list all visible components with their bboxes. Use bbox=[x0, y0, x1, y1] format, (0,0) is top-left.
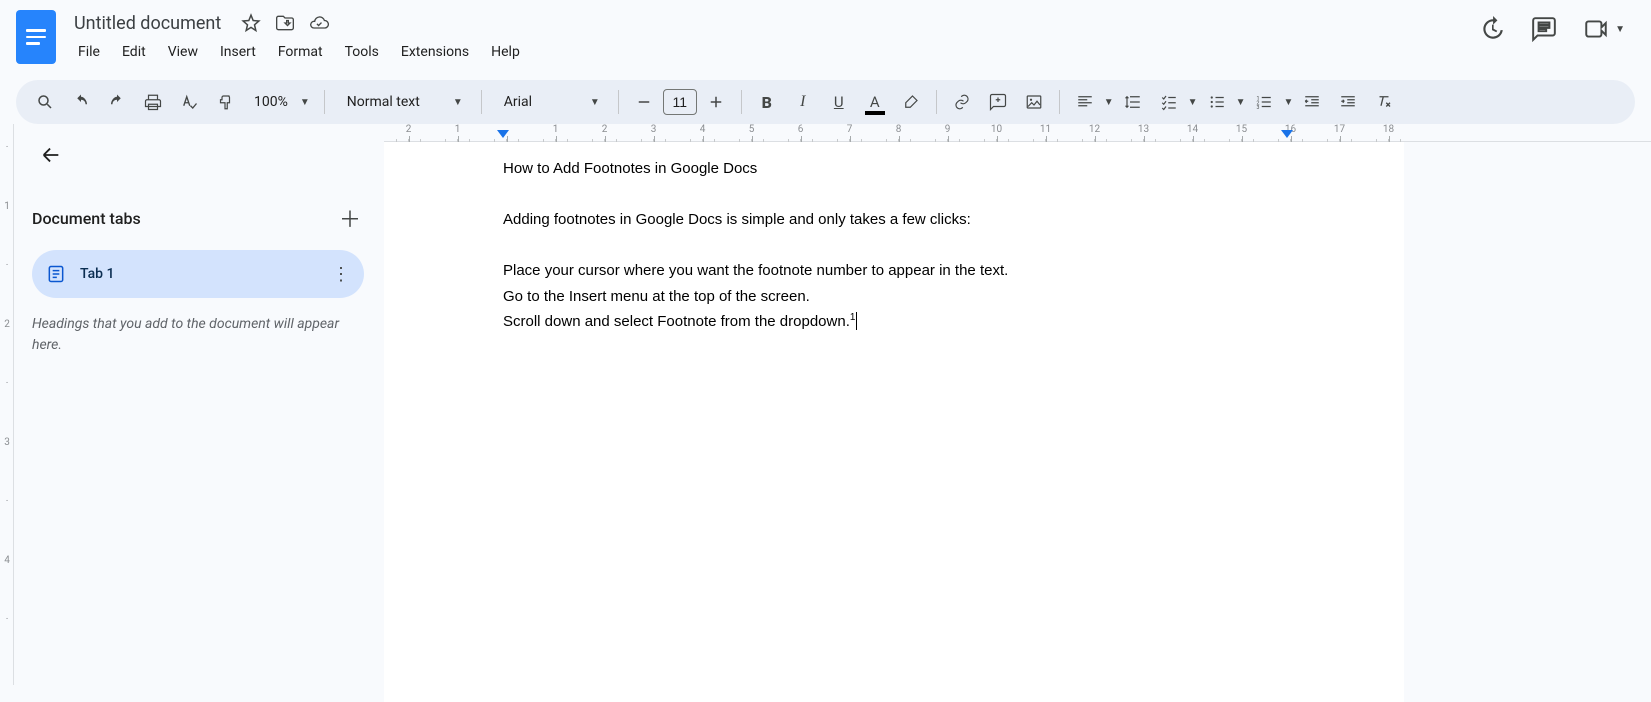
menu-bar: File Edit View Insert Format Tools Exten… bbox=[68, 40, 1479, 64]
paragraph: Adding footnotes in Google Docs is simpl… bbox=[503, 207, 1285, 233]
back-button[interactable] bbox=[32, 136, 70, 174]
checklist-button[interactable] bbox=[1152, 86, 1186, 118]
docs-logo-icon bbox=[26, 29, 46, 45]
paragraph bbox=[503, 182, 1285, 208]
decrease-indent-button[interactable] bbox=[1295, 86, 1329, 118]
zoom-value: 100% bbox=[254, 94, 288, 110]
undo-button[interactable] bbox=[64, 86, 98, 118]
paragraph-style-value: Normal text bbox=[347, 94, 420, 110]
menu-insert[interactable]: Insert bbox=[210, 40, 266, 64]
paragraph-style-combo[interactable]: Normal text ▼ bbox=[333, 87, 473, 117]
numbered-list-button[interactable]: 123 bbox=[1247, 86, 1281, 118]
paragraph bbox=[503, 233, 1285, 259]
decrease-font-button[interactable] bbox=[627, 86, 661, 118]
sidebar-title: Document tabs bbox=[32, 209, 141, 228]
workspace: ·1·2·3·4· Document tabs ＋ Tab 1 ⋮ Headin… bbox=[0, 124, 1651, 685]
font-value: Arial bbox=[504, 94, 532, 110]
svg-text:3: 3 bbox=[1257, 105, 1260, 111]
meet-group[interactable]: ▼ bbox=[1583, 16, 1625, 42]
app-header: Untitled document File Edit View Insert … bbox=[0, 0, 1651, 80]
menu-format[interactable]: Format bbox=[268, 40, 333, 64]
chevron-down-icon[interactable]: ▼ bbox=[1188, 97, 1198, 108]
text-color-button[interactable]: A bbox=[858, 86, 892, 118]
docs-logo[interactable] bbox=[16, 10, 56, 64]
separator bbox=[741, 90, 742, 114]
separator bbox=[618, 90, 619, 114]
font-combo[interactable]: Arial ▼ bbox=[490, 87, 610, 117]
tab-more-icon[interactable]: ⋮ bbox=[332, 264, 350, 285]
highlight-button[interactable] bbox=[894, 86, 928, 118]
toolbar: 100% ▼ Normal text ▼ Arial ▼ B I U A ▼ ▼ bbox=[16, 80, 1635, 124]
editor-area: 21123456789101112131415161718 How to Add… bbox=[384, 124, 1651, 685]
chevron-down-icon[interactable]: ▼ bbox=[1104, 97, 1114, 108]
menu-tools[interactable]: Tools bbox=[335, 40, 389, 64]
chevron-down-icon: ▼ bbox=[590, 97, 600, 108]
underline-button[interactable]: U bbox=[822, 86, 856, 118]
chevron-down-icon[interactable]: ▼ bbox=[1283, 97, 1293, 108]
text-cursor bbox=[856, 312, 857, 330]
line-spacing-button[interactable] bbox=[1116, 86, 1150, 118]
tab-item-1[interactable]: Tab 1 ⋮ bbox=[32, 250, 364, 298]
document-tabs-sidebar: Document tabs ＋ Tab 1 ⋮ Headings that yo… bbox=[14, 124, 384, 685]
chevron-down-icon: ▼ bbox=[1615, 24, 1625, 35]
separator bbox=[936, 90, 937, 114]
align-button[interactable] bbox=[1068, 86, 1102, 118]
chevron-down-icon: ▼ bbox=[453, 97, 463, 108]
meet-icon bbox=[1583, 16, 1609, 42]
paragraph: How to Add Footnotes in Google Docs bbox=[503, 156, 1285, 182]
menu-extensions[interactable]: Extensions bbox=[391, 40, 479, 64]
separator bbox=[1059, 90, 1060, 114]
add-comment-button[interactable] bbox=[981, 86, 1015, 118]
insert-image-button[interactable] bbox=[1017, 86, 1051, 118]
paint-format-button[interactable] bbox=[208, 86, 242, 118]
bold-button[interactable]: B bbox=[750, 86, 784, 118]
paragraph: Go to the Insert menu at the top of the … bbox=[503, 284, 1285, 310]
separator bbox=[481, 90, 482, 114]
indent-marker-left[interactable] bbox=[497, 130, 509, 138]
menu-edit[interactable]: Edit bbox=[112, 40, 156, 64]
paragraph: Place your cursor where you want the foo… bbox=[503, 258, 1285, 284]
star-icon[interactable] bbox=[241, 13, 261, 33]
increase-font-button[interactable] bbox=[699, 86, 733, 118]
indent-marker-right[interactable] bbox=[1281, 130, 1293, 138]
sidebar-hint: Headings that you add to the document wi… bbox=[32, 314, 364, 356]
footnote-ref: 1 bbox=[850, 312, 856, 323]
document-page[interactable]: How to Add Footnotes in Google Docs Addi… bbox=[384, 142, 1404, 702]
tab-label: Tab 1 bbox=[80, 266, 114, 282]
title-area: Untitled document File Edit View Insert … bbox=[68, 8, 1479, 64]
document-title[interactable]: Untitled document bbox=[68, 11, 227, 36]
menu-view[interactable]: View bbox=[158, 40, 208, 64]
increase-indent-button[interactable] bbox=[1331, 86, 1365, 118]
header-right: ▼ bbox=[1479, 8, 1635, 42]
menu-file[interactable]: File bbox=[68, 40, 110, 64]
cloud-saved-icon[interactable] bbox=[309, 13, 329, 33]
comments-icon[interactable] bbox=[1531, 16, 1557, 42]
bulleted-list-button[interactable] bbox=[1200, 86, 1234, 118]
chevron-down-icon: ▼ bbox=[300, 97, 310, 108]
history-icon[interactable] bbox=[1479, 16, 1505, 42]
font-size-input[interactable] bbox=[663, 89, 697, 115]
print-button[interactable] bbox=[136, 86, 170, 118]
redo-button[interactable] bbox=[100, 86, 134, 118]
insert-link-button[interactable] bbox=[945, 86, 979, 118]
move-icon[interactable] bbox=[275, 13, 295, 33]
menu-help[interactable]: Help bbox=[481, 40, 530, 64]
clear-formatting-button[interactable] bbox=[1367, 86, 1401, 118]
vertical-ruler[interactable]: ·1·2·3·4· bbox=[0, 124, 14, 685]
paragraph: Scroll down and select Footnote from the… bbox=[503, 309, 1285, 335]
zoom-combo[interactable]: 100% ▼ bbox=[244, 94, 316, 110]
separator bbox=[324, 90, 325, 114]
search-button[interactable] bbox=[28, 86, 62, 118]
horizontal-ruler[interactable]: 21123456789101112131415161718 bbox=[384, 124, 1651, 142]
italic-button[interactable]: I bbox=[786, 86, 820, 118]
spellcheck-button[interactable] bbox=[172, 86, 206, 118]
toolbar-wrap: 100% ▼ Normal text ▼ Arial ▼ B I U A ▼ ▼ bbox=[0, 80, 1651, 124]
add-tab-button[interactable]: ＋ bbox=[336, 204, 364, 232]
tab-document-icon bbox=[46, 264, 66, 284]
chevron-down-icon[interactable]: ▼ bbox=[1236, 97, 1246, 108]
